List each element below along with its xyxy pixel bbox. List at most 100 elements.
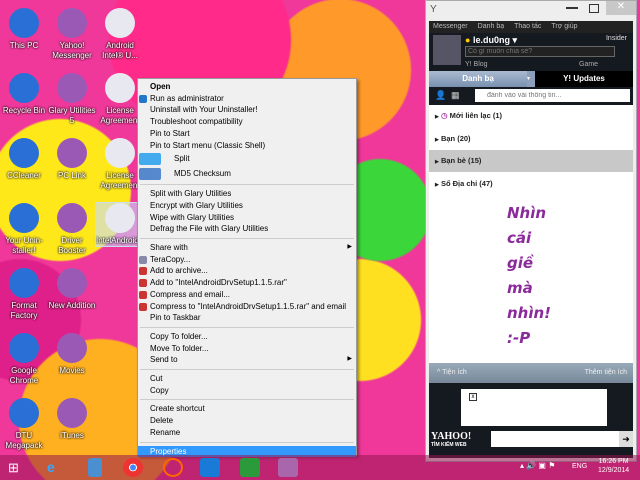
web-search-input[interactable] [491, 431, 619, 447]
menu-item[interactable]: Rename [138, 427, 356, 439]
menu-item[interactable]: Add to "IntelAndroidDrvSetup1.1.5.rar" [138, 277, 356, 289]
desktop-icon[interactable]: This PC [0, 8, 48, 51]
menu-item[interactable]: Move To folder... [138, 343, 356, 355]
desktop-icon[interactable]: Driver Booster [48, 203, 96, 256]
chrome-icon[interactable] [123, 458, 143, 477]
desktop-icon[interactable]: Movies [48, 333, 96, 376]
widgets-toggle[interactable]: ^ Tiện ích [437, 363, 467, 383]
desktop-icon[interactable]: PC Link [48, 138, 96, 181]
tray-icons[interactable]: ▴ 🔊 ▣ ⚑ [520, 461, 555, 470]
desktop-icon[interactable]: CCleaner [0, 138, 48, 181]
menu-3[interactable]: Trợ giúp [551, 21, 577, 33]
add-contact-icon[interactable]: 👤 [435, 90, 446, 101]
file-explorer-icon[interactable] [88, 458, 102, 477]
desktop-icon[interactable]: Glary Utilities 5 [48, 73, 96, 126]
contact-group[interactable]: ▶ Bạn bè (15) [429, 150, 633, 172]
menu-item-label: Pin to Start menu (Classic Shell) [150, 140, 266, 150]
menu-item[interactable]: Troubleshoot compatibility [138, 116, 356, 128]
menu-item[interactable]: Pin to Taskbar [138, 312, 356, 324]
add-widgets-link[interactable]: Thêm tiện ích [585, 363, 627, 383]
yahoo-messenger-taskbar-icon[interactable] [278, 458, 298, 477]
menu-item[interactable]: Copy [138, 385, 356, 397]
desktop-icon[interactable]: iTunes [48, 398, 96, 441]
group-label: Bạn bè (15) [440, 156, 482, 165]
maximize-button[interactable] [589, 4, 599, 13]
clock[interactable]: 16:26 PM 12/9/2014 [598, 458, 629, 474]
menu-item[interactable]: Wipe with Glary Utilities [138, 212, 356, 224]
title-bar[interactable]: Y ✕ [426, 1, 636, 21]
menu-item[interactable]: Uninstall with Your Uninstaller! [138, 104, 356, 116]
menu-item[interactable]: Compress and email... [138, 289, 356, 301]
contact-search-input[interactable] [475, 89, 630, 102]
menu-item[interactable]: Pin to Start [138, 128, 356, 140]
username[interactable]: ● le.du0ng ▾ [465, 35, 517, 46]
close-button[interactable]: ✕ [606, 1, 636, 15]
ad-box[interactable]: x [461, 389, 607, 426]
teamviewer-icon[interactable] [200, 458, 220, 477]
insider-link[interactable]: Insider [606, 35, 627, 42]
md5-icon [139, 168, 161, 181]
grid-view-icon[interactable]: ▦ [451, 90, 460, 101]
taskbar: ⊞ e ▴ 🔊 ▣ ⚑ ENG 16:26 PM 12/9/2014 [0, 455, 640, 480]
icon-label: DTU Megapack [5, 431, 43, 450]
app-icon [105, 203, 135, 233]
desktop-icon[interactable]: Yahoo! Messenger [48, 8, 96, 61]
internet-explorer-icon[interactable]: e [47, 458, 67, 477]
menu-item[interactable]: Open [138, 81, 356, 93]
menu-item[interactable]: Delete [138, 415, 356, 427]
desktop-icon[interactable]: Your Unin-staller! [0, 203, 48, 256]
blog-link[interactable]: Y! Blog [465, 61, 488, 68]
app-icon [57, 8, 87, 38]
desktop-icon[interactable]: Recycle Bin [0, 73, 48, 116]
desktop-icon[interactable]: DTU Megapack [0, 398, 48, 451]
contact-group[interactable]: ▶ Bạn (20) [429, 128, 633, 150]
menu-item[interactable]: Split with Glary Utilities [138, 188, 356, 200]
menu-item[interactable]: Cut [138, 373, 356, 385]
menu-item[interactable]: Copy To folder... [138, 331, 356, 343]
icon-label: New Addition [48, 301, 96, 310]
menu-item[interactable]: Share with ▶ [138, 242, 356, 254]
username-text: le.du0ng [472, 35, 510, 45]
menu-item[interactable]: Split [138, 151, 356, 166]
contact-group[interactable]: ▶ ◷ Mới liên lạc (1) [429, 105, 633, 127]
context-menu: Open Run as administrator Uninstall with Y… [137, 78, 357, 458]
language-indicator[interactable]: ENG [572, 463, 587, 470]
menu-item-label: Compress and email... [150, 289, 231, 299]
menu-item[interactable]: Create shortcut [138, 403, 356, 415]
menu-1[interactable]: Danh bạ [478, 21, 504, 33]
menu-item[interactable]: Run as administrator [138, 93, 356, 105]
menu-item-label: Pin to Start [150, 128, 190, 138]
desktop-icon[interactable]: Android Intel® U... [96, 8, 144, 61]
contact-group[interactable]: ▶ Sổ Địa chỉ (47) [429, 173, 633, 195]
start-button[interactable]: ⊞ [8, 458, 28, 477]
message-line: cái [507, 229, 532, 247]
menu-item-label: Move To folder... [150, 343, 209, 353]
status-dot-icon: ● [465, 35, 471, 45]
desktop-icon[interactable]: New Addition [48, 268, 96, 311]
store-icon[interactable] [240, 458, 260, 477]
avatar[interactable] [433, 35, 461, 65]
menu-item[interactable]: Pin to Start menu (Classic Shell) [138, 140, 356, 152]
status-input[interactable] [465, 46, 615, 57]
search-go-button[interactable]: ➜ [619, 431, 633, 447]
menu-0[interactable]: Messenger [433, 21, 468, 33]
message-text: Nhìn cái giề mà nhìn!:-P [507, 201, 551, 351]
app-icon [57, 268, 87, 298]
desktop-icon[interactable]: Format Factory [0, 268, 48, 321]
menu-item[interactable]: TeraCopy... [138, 254, 356, 266]
game-link[interactable]: Game [579, 61, 598, 68]
menu-2[interactable]: Thao tác [514, 21, 541, 33]
menu-item[interactable]: Compress to "IntelAndroidDrvSetup1.1.5.r… [138, 301, 356, 313]
menu-item[interactable]: Send to ▶ [138, 354, 356, 366]
app-icon[interactable] [163, 458, 183, 477]
menu-item[interactable]: Add to archive... [138, 265, 356, 277]
menu-item[interactable]: MD5 Checksum [138, 166, 356, 181]
menu-item[interactable]: Defrag the File with Glary Utilities [138, 223, 356, 235]
minimize-button[interactable] [566, 7, 578, 9]
desktop-icon[interactable]: Google Chrome [0, 333, 48, 386]
tab-contacts[interactable]: Danh bạ [429, 71, 527, 87]
tab-updates[interactable]: Y! Updates [535, 71, 633, 87]
tab-dropdown[interactable]: ▾ [527, 71, 535, 87]
menu-item-label: Rename [150, 427, 181, 437]
menu-item[interactable]: Encrypt with Glary Utilities [138, 200, 356, 212]
